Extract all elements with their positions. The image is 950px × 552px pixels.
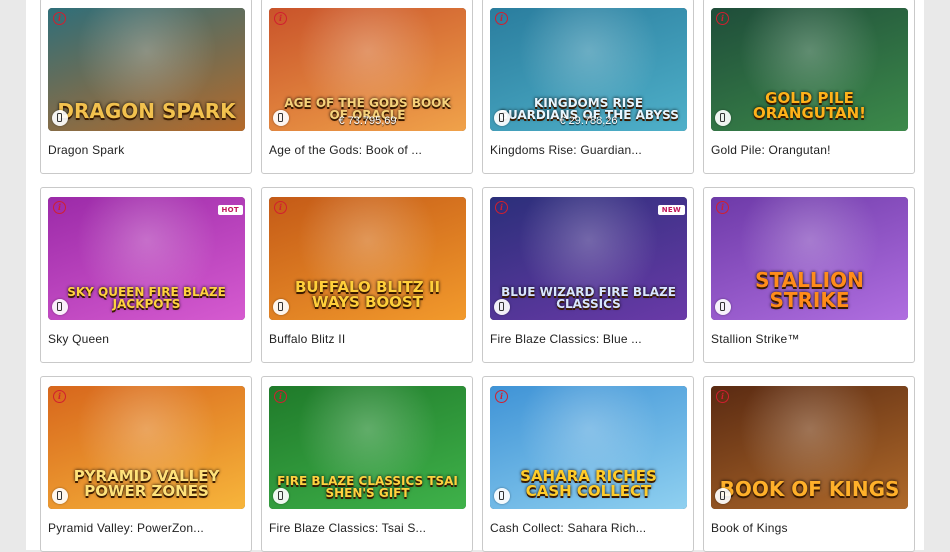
game-thumbnail[interactable]: BLUE WIZARD FIRE BLAZE CLASSICS i NEW <box>490 197 687 320</box>
game-title[interactable]: Sky Queen <box>48 332 109 346</box>
info-icon[interactable]: i <box>495 390 508 403</box>
game-logo-art: DRAGON SPARK <box>57 99 236 123</box>
mobile-device-icon <box>494 299 510 315</box>
game-logo-art: PYRAMID VALLEY POWER ZONES <box>73 467 220 500</box>
game-card[interactable]: SKY QUEEN FIRE BLAZE JACKPOTS i HOT Sky … <box>40 187 252 363</box>
game-card[interactable]: FIRE BLAZE CLASSICS TSAI SHEN'S GIFT i F… <box>261 376 473 552</box>
game-thumbnail[interactable]: SKY QUEEN FIRE BLAZE JACKPOTS i HOT <box>48 197 245 320</box>
jackpot-amount: € 29.788,26 <box>559 115 618 127</box>
game-card[interactable]: KINGDOMS RISE GUARDIANS OF THE ABYSS i €… <box>482 0 694 174</box>
game-thumbnail[interactable]: STALLION STRIKE i <box>711 197 908 320</box>
game-thumbnail[interactable]: AGE OF THE GODS BOOK OF ORACLE i € 73.79… <box>269 8 466 131</box>
game-thumbnail[interactable]: FIRE BLAZE CLASSICS TSAI SHEN'S GIFT i <box>269 386 466 509</box>
game-card[interactable]: SAHARA RICHES CASH COLLECT i Cash Collec… <box>482 376 694 552</box>
mobile-device-icon <box>715 299 731 315</box>
game-thumbnail[interactable]: SAHARA RICHES CASH COLLECT i <box>490 386 687 509</box>
jackpot-amount: € 73.795,69 <box>338 115 397 127</box>
game-title[interactable]: Dragon Spark <box>48 143 124 157</box>
game-title[interactable]: Cash Collect: Sahara Rich... <box>490 521 646 535</box>
mobile-device-icon <box>52 110 68 126</box>
game-title[interactable]: Age of the Gods: Book of ... <box>269 143 422 157</box>
info-icon[interactable]: i <box>53 12 66 25</box>
game-logo-art: BUFFALO BLITZ II WAYS BOOST <box>294 278 441 311</box>
status-badge: HOT <box>217 205 243 215</box>
game-logo-art: STALLION STRIKE <box>755 268 864 312</box>
game-card[interactable]: PYRAMID VALLEY POWER ZONES i Pyramid Val… <box>40 376 252 552</box>
game-logo-art: BLUE WIZARD FIRE BLAZE CLASSICS <box>501 285 676 311</box>
info-icon[interactable]: i <box>716 12 729 25</box>
game-lobby-page: DRAGON SPARK i Dragon Spark AGE OF THE G… <box>26 0 924 552</box>
info-icon[interactable]: i <box>716 390 729 403</box>
mobile-device-icon <box>52 488 68 504</box>
game-card[interactable]: BUFFALO BLITZ II WAYS BOOST i Buffalo Bl… <box>261 187 473 363</box>
game-title[interactable]: Gold Pile: Orangutan! <box>711 143 831 157</box>
game-thumbnail[interactable]: BOOK OF KINGS i <box>711 386 908 509</box>
info-icon[interactable]: i <box>495 12 508 25</box>
mobile-device-icon <box>273 299 289 315</box>
game-card[interactable]: DRAGON SPARK i Dragon Spark <box>40 0 252 174</box>
game-card[interactable]: BOOK OF KINGS i Book of Kings <box>703 376 915 552</box>
game-title[interactable]: Kingdoms Rise: Guardian... <box>490 143 642 157</box>
mobile-device-icon <box>273 488 289 504</box>
game-logo-art: FIRE BLAZE CLASSICS TSAI SHEN'S GIFT <box>277 474 458 500</box>
info-icon[interactable]: i <box>274 12 287 25</box>
mobile-device-icon <box>494 488 510 504</box>
game-logo-art: GOLD PILE ORANGUTAN! <box>752 89 867 122</box>
game-grid: DRAGON SPARK i Dragon Spark AGE OF THE G… <box>40 0 915 552</box>
info-icon[interactable]: i <box>716 201 729 214</box>
game-title[interactable]: Stallion Strike™ <box>711 332 800 346</box>
game-thumbnail[interactable]: KINGDOMS RISE GUARDIANS OF THE ABYSS i €… <box>490 8 687 131</box>
mobile-device-icon <box>494 110 510 126</box>
info-icon[interactable]: i <box>274 390 287 403</box>
game-card[interactable]: GOLD PILE ORANGUTAN! i Gold Pile: Orangu… <box>703 0 915 174</box>
info-icon[interactable]: i <box>53 390 66 403</box>
game-thumbnail[interactable]: GOLD PILE ORANGUTAN! i <box>711 8 908 131</box>
info-icon[interactable]: i <box>53 201 66 214</box>
game-thumbnail[interactable]: BUFFALO BLITZ II WAYS BOOST i <box>269 197 466 320</box>
status-badge: NEW <box>657 205 685 215</box>
game-thumbnail[interactable]: PYRAMID VALLEY POWER ZONES i <box>48 386 245 509</box>
mobile-device-icon <box>715 110 731 126</box>
mobile-device-icon <box>273 110 289 126</box>
game-title[interactable]: Book of Kings <box>711 521 788 535</box>
game-card[interactable]: STALLION STRIKE i Stallion Strike™ <box>703 187 915 363</box>
game-title[interactable]: Fire Blaze Classics: Blue ... <box>490 332 642 346</box>
info-icon[interactable]: i <box>274 201 287 214</box>
game-title[interactable]: Buffalo Blitz II <box>269 332 345 346</box>
game-title[interactable]: Fire Blaze Classics: Tsai S... <box>269 521 426 535</box>
game-logo-art: BOOK OF KINGS <box>719 477 900 501</box>
info-icon[interactable]: i <box>495 201 508 214</box>
game-card[interactable]: BLUE WIZARD FIRE BLAZE CLASSICS i NEW Fi… <box>482 187 694 363</box>
game-logo-art: SKY QUEEN FIRE BLAZE JACKPOTS <box>67 285 226 311</box>
mobile-device-icon <box>52 299 68 315</box>
mobile-device-icon <box>715 488 731 504</box>
game-logo-art: SAHARA RICHES CASH COLLECT <box>520 467 657 500</box>
game-card[interactable]: AGE OF THE GODS BOOK OF ORACLE i € 73.79… <box>261 0 473 174</box>
game-thumbnail[interactable]: DRAGON SPARK i <box>48 8 245 131</box>
game-title[interactable]: Pyramid Valley: PowerZon... <box>48 521 204 535</box>
